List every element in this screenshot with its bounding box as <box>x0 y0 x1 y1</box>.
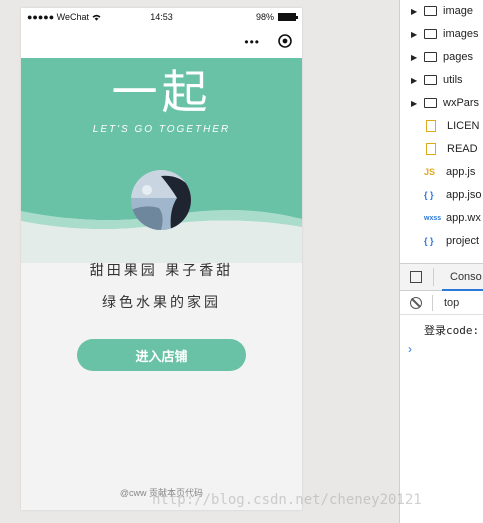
file-tree-item[interactable]: { } project <box>400 231 483 251</box>
file-tree-label: app.jso <box>446 189 482 201</box>
console-toolbar: Conso <box>400 263 483 291</box>
file-tree-item[interactable]: ▶ wxPars <box>400 93 483 113</box>
expand-arrow-icon[interactable]: ▶ <box>411 99 419 108</box>
battery-icon <box>278 13 298 21</box>
expand-arrow-icon[interactable]: ▶ <box>411 30 419 39</box>
file-tree-item[interactable]: READ <box>400 139 483 159</box>
phone-simulator: ●●●●● WeChat 14:53 98% ••• 一起 LET'S GO T… <box>21 8 302 510</box>
file-tree-item[interactable]: { } app.jso <box>400 185 483 205</box>
wxss-file-icon: wxss <box>424 214 442 222</box>
watermark: http://blog.csdn.net/cheney20121 <box>152 492 422 508</box>
file-tree-label: app.js <box>446 166 476 178</box>
file-tree-label: pages <box>443 51 473 63</box>
file-tree-item[interactable]: ▶ images <box>400 24 483 44</box>
console-prompt[interactable]: › <box>408 342 412 356</box>
json-file-icon: { } <box>424 190 434 200</box>
file-tree-item[interactable]: wxss app.wx <box>400 208 483 228</box>
close-mini-program-icon[interactable] <box>278 34 292 48</box>
file-tree-item[interactable]: ▶ pages <box>400 47 483 67</box>
brand-title: 一起 <box>111 65 212 119</box>
shop-avatar <box>131 170 191 230</box>
console-log-line: 登录code: <box>424 324 480 337</box>
filter-divider <box>432 295 433 311</box>
file-tree-label: READ <box>447 143 478 155</box>
file-icon <box>426 143 436 155</box>
expand-arrow-icon[interactable]: ▶ <box>411 7 419 16</box>
expand-arrow-icon[interactable]: ▶ <box>411 53 419 62</box>
js-file-icon: JS <box>424 167 436 177</box>
nav-bar: ••• <box>21 26 302 58</box>
expand-arrow-icon[interactable]: ▶ <box>411 76 419 85</box>
file-tree-item[interactable]: ▶ utils <box>400 70 483 90</box>
file-tree-label: LICEN <box>447 120 480 132</box>
inspect-element-icon[interactable] <box>410 271 422 283</box>
file-tree-item[interactable]: ▶ image <box>400 1 483 21</box>
json-file-icon: { } <box>424 236 434 246</box>
context-selector[interactable]: top <box>444 297 459 309</box>
file-icon <box>426 120 436 132</box>
file-tree-item[interactable]: LICEN <box>400 116 483 136</box>
folder-icon <box>424 52 437 62</box>
file-tree-label: project <box>446 235 480 247</box>
more-menu-button[interactable]: ••• <box>244 35 260 49</box>
file-tree-label: app.wx <box>446 212 481 224</box>
slogan-line-1: 甜田果园 果子香甜 <box>89 263 234 279</box>
toolbar-divider <box>433 268 434 286</box>
status-bar: ●●●●● WeChat 14:53 98% <box>21 8 302 26</box>
slogan-line-2: 绿色水果的家园 <box>102 295 221 311</box>
folder-icon <box>424 75 437 85</box>
file-tree-label: images <box>443 28 479 40</box>
clear-console-icon[interactable] <box>410 297 422 309</box>
console-filter-bar: top <box>400 291 483 315</box>
file-tree-label: wxPars <box>443 97 480 109</box>
folder-icon <box>424 29 437 39</box>
avatar-photo <box>131 170 191 230</box>
file-tree-label: utils <box>443 74 463 86</box>
file-tree-item[interactable]: JS app.js <box>400 162 483 182</box>
file-tree-label: image <box>443 5 473 17</box>
devtools-panel: ▶ image ▶ images ▶ pages ▶ utils ▶ wxPars LICEN REA… <box>399 0 483 523</box>
tab-console[interactable]: Conso <box>450 271 482 283</box>
folder-icon <box>424 98 437 108</box>
enter-shop-button[interactable]: 进入店铺 <box>77 339 246 371</box>
battery-fill <box>279 14 295 20</box>
status-battery-group: 98% <box>255 12 298 22</box>
folder-icon <box>424 6 437 16</box>
brand-subtitle: LET'S GO TOGETHER <box>92 124 231 135</box>
battery-percent: 98% <box>255 12 274 22</box>
